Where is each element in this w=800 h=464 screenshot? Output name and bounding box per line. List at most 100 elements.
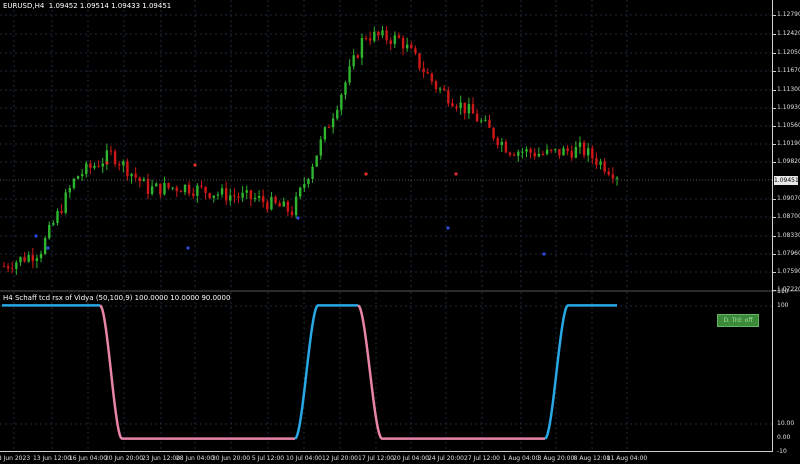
time-axis[interactable]: 8 Jun 2023 13 Jun 12:00 16 Jun 04:00 20 Jun… [0, 452, 800, 464]
price-chart-canvas[interactable] [0, 0, 773, 290]
time-tick-label: 11 Aug 04:00 [606, 455, 648, 462]
candle-body [615, 177, 619, 179]
candle-body [266, 202, 269, 210]
candle-body [418, 53, 421, 69]
stc-line-down [357, 304, 545, 440]
buy-signal-dot [296, 216, 300, 220]
candle-body [582, 142, 586, 156]
candle-body [352, 55, 355, 67]
price-tick-label: 1.07590 [777, 268, 800, 275]
indicator-canvas[interactable] [0, 292, 773, 452]
chart-title: EURUSD,H4 1.09452 1.09514 1.09433 1.0945… [3, 2, 172, 10]
price-tick-mark [772, 108, 776, 109]
indicator-title: H4 Schaff tcd rsx of Vidya (50,100,9) 10… [3, 294, 231, 302]
indicator-tick-label: 0.00 [777, 434, 791, 441]
candle-body [397, 35, 401, 38]
candle-body [508, 152, 512, 155]
candle-body [109, 150, 113, 152]
time-tick-label: 5 Jul 12:00 [251, 455, 285, 462]
indicator-pane[interactable]: H4 Schaff tcd rsx of Vidya (50,100,9) 10… [0, 292, 800, 452]
price-tick-mark [772, 126, 776, 127]
candle-body [229, 195, 232, 201]
price-tick-label: 1.10560 [777, 122, 800, 129]
candle-body [241, 192, 244, 198]
price-chart-pane[interactable]: EURUSD,H4 1.09452 1.09514 1.09433 1.0945… [0, 0, 800, 290]
price-tick-label: 1.12790 [777, 11, 800, 18]
candle-body [101, 163, 104, 167]
indicator-tick-label: 110 [777, 288, 789, 295]
candle-body [179, 191, 183, 193]
candle-body [377, 31, 380, 36]
candle-body [344, 82, 347, 95]
price-axis-line [772, 0, 773, 452]
candle-body [183, 184, 187, 193]
candle-body [196, 185, 199, 196]
candle-body [500, 141, 504, 146]
buy-signal-dot [446, 226, 450, 230]
candle-body [39, 253, 43, 259]
candle-body [286, 201, 290, 212]
candle-body [336, 109, 339, 119]
candle-body [208, 193, 211, 199]
candle-body [282, 201, 285, 207]
time-tick-label: 8 Aug 12:00 [573, 455, 611, 462]
candle-body [224, 188, 228, 201]
candle-body [85, 163, 88, 175]
candle-body [43, 238, 47, 254]
candle-body [521, 151, 524, 153]
price-tick-label: 1.07960 [777, 250, 800, 257]
price-tick-mark [772, 236, 776, 237]
candle-body [237, 196, 240, 198]
price-tick-mark [772, 162, 776, 163]
candle-body [443, 88, 446, 91]
candle-body [603, 161, 606, 172]
price-tick-mark [772, 71, 776, 72]
candle-body [595, 158, 598, 165]
candle-body [323, 127, 327, 140]
candle-body [113, 151, 117, 165]
candle-body [393, 35, 397, 45]
candle-body [122, 161, 125, 166]
candle-body [93, 165, 96, 168]
candle-body [117, 164, 121, 166]
buy-signal-dot [46, 246, 50, 250]
time-tick-label: 12 Jul 20:00 [322, 455, 358, 462]
candle-body [187, 184, 191, 194]
candle-body [438, 88, 442, 90]
candle-body [76, 176, 80, 179]
candle-body [368, 38, 372, 41]
candle-body [72, 178, 76, 189]
candle-body [587, 148, 590, 156]
candle-body [410, 44, 413, 49]
candle-body [171, 187, 174, 189]
candle-body [303, 184, 306, 188]
candle-body [558, 148, 561, 156]
candle-body [159, 183, 162, 195]
candle-body [529, 149, 532, 153]
price-tick-label: 1.08330 [777, 232, 800, 239]
candle-body [373, 31, 376, 41]
candle-body [488, 119, 491, 128]
price-tick-mark [772, 254, 776, 255]
candle-body [15, 262, 18, 270]
current-price-label: 1.09451 [774, 176, 799, 185]
candle-body [447, 90, 450, 104]
price-tick-mark [772, 144, 776, 145]
trend-badge[interactable]: D. Trd: off [717, 314, 759, 327]
candle-body [19, 256, 22, 263]
price-tick-label: 1.11300 [777, 86, 800, 93]
time-tick-label: 13 Jun 12:00 [32, 455, 72, 462]
candle-body [212, 195, 216, 199]
price-tick-label: 1.12050 [777, 49, 800, 56]
candle-body [257, 196, 261, 198]
price-tick-label: 1.12420 [777, 30, 800, 37]
time-tick-label: 20 Jun 20:00 [104, 455, 144, 462]
stc-line-down [99, 304, 295, 440]
candle-body [451, 103, 454, 107]
candle-body [484, 119, 487, 121]
candle-body [216, 194, 220, 196]
candle-body [591, 148, 594, 159]
candle-body [97, 165, 100, 167]
candle-body [607, 171, 610, 175]
candle-body [31, 255, 34, 261]
